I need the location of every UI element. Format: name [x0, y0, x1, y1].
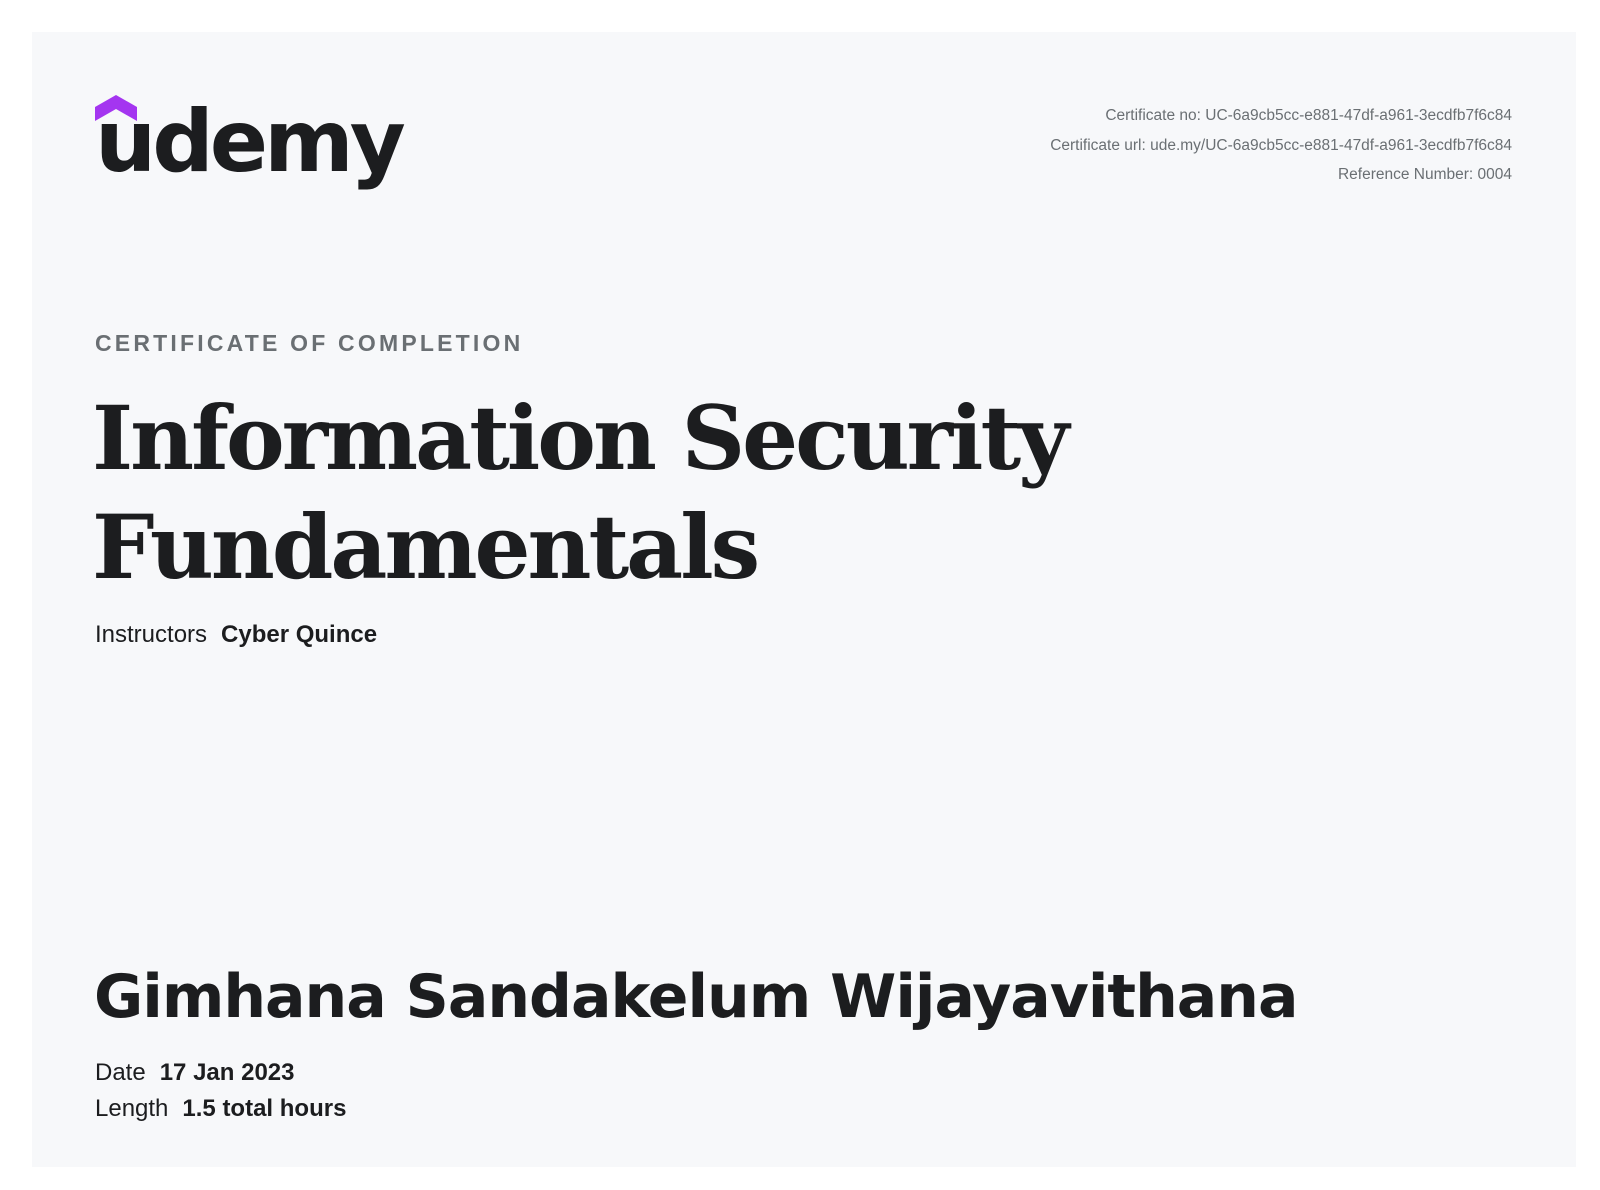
course-title-line-2: Fundamentals [92, 495, 760, 599]
certificate-url[interactable]: Certificate url: ude.my/UC-6a9cb5cc-e881… [1050, 131, 1512, 161]
instructor-name: Cyber Quince [221, 621, 378, 648]
certificate: udemy Certificate no: UC-6a9cb5cc-e881-4… [32, 32, 1576, 1167]
course-title: Information Security Fundamentals [92, 384, 1192, 602]
length-value: 1.5 total hours [182, 1095, 347, 1122]
length-row: Length 1.5 total hours [95, 1095, 346, 1123]
date-label: Date [95, 1059, 146, 1086]
instructors-label: Instructors [95, 621, 208, 648]
certificate-meta: Certificate no: UC-6a9cb5cc-e881-47df-a9… [1050, 101, 1512, 190]
instructors-row: Instructors Cyber Quince [95, 621, 377, 649]
certificate-kicker: CERTIFICATE OF COMPLETION [95, 330, 524, 356]
logo-wordmark: udemy [95, 92, 406, 192]
student-name: Gimhana Sandakelum Wijayavithana [94, 962, 1298, 1032]
udemy-logo: udemy [95, 95, 406, 205]
date-row: Date 17 Jan 2023 [95, 1059, 294, 1087]
length-label: Length [95, 1095, 169, 1122]
course-title-line-1: Information Security [92, 386, 1069, 490]
reference-number: Reference Number: 0004 [1337, 166, 1512, 183]
certificate-number: Certificate no: UC-6a9cb5cc-e881-47df-a9… [1105, 107, 1512, 124]
date-value: 17 Jan 2023 [159, 1059, 295, 1086]
